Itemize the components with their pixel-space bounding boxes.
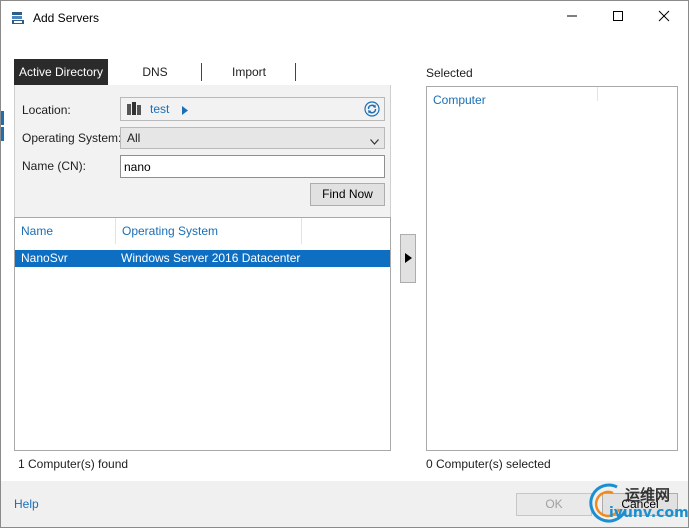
tab-active-directory[interactable]: Active Directory [14,59,108,85]
os-select[interactable]: All [120,127,385,149]
add-to-selected-button[interactable] [400,234,416,283]
title-bar: Add Servers [1,1,688,35]
chevron-down-icon [370,134,379,148]
tab-dns[interactable]: DNS [114,59,196,85]
add-servers-dialog: Add Servers Active Directory DNS Import … [0,0,689,528]
chevron-right-icon[interactable] [182,104,188,118]
location-label: Location: [22,103,71,117]
ok-button[interactable]: OK [516,493,592,516]
location-picker[interactable]: test [120,97,385,121]
refresh-icon[interactable] [364,101,380,120]
column-divider [301,218,302,244]
search-results-list[interactable]: Name Operating System NanoSvr Windows Se… [14,217,391,451]
server-manager-icon [11,11,25,25]
selected-count-status: 0 Computer(s) selected [426,457,551,471]
selected-computers-list[interactable]: Computer [426,86,678,451]
cancel-button[interactable]: Cancel [602,493,678,516]
minimize-icon [566,10,578,25]
name-input[interactable] [120,155,385,178]
column-header-name[interactable]: Name [15,218,115,245]
column-header-computer[interactable]: Computer [433,93,486,107]
background-window-edge [1,127,4,141]
window-title: Add Servers [33,11,100,25]
maximize-icon [612,10,624,25]
tab-import[interactable]: Import [202,59,296,85]
location-value[interactable]: test [150,102,169,116]
row-name: NanoSvr [21,251,68,265]
dialog-footer: Help OK Cancel [1,481,688,527]
name-label: Name (CN): [22,159,87,173]
os-select-value: All [127,131,141,145]
help-link[interactable]: Help [14,497,39,511]
active-directory-search-panel: Location: test Operating System: All Nam… [14,85,391,217]
background-window-edge [1,111,4,125]
close-button[interactable] [641,1,687,33]
source-tabs: Active Directory DNS Import [14,59,391,85]
find-now-button[interactable]: Find Now [310,183,385,206]
domain-icon [127,102,141,119]
maximize-button[interactable] [595,1,641,33]
column-divider [597,87,598,101]
found-count-status: 1 Computer(s) found [18,457,129,471]
close-icon [658,10,670,25]
arrow-right-icon [404,252,412,266]
tab-separator [295,63,296,81]
row-os: Windows Server 2016 Datacenter [121,251,301,265]
column-header-os[interactable]: Operating System [116,218,301,245]
os-label: Operating System: [22,131,122,145]
minimize-button[interactable] [549,1,595,33]
table-row[interactable]: NanoSvr Windows Server 2016 Datacenter [15,250,390,267]
selected-label: Selected [426,66,473,80]
